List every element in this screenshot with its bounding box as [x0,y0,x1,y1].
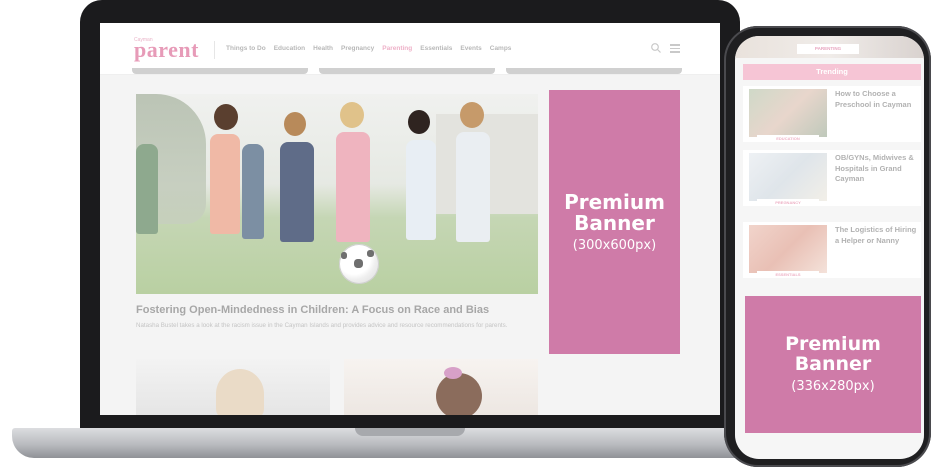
trending-tag: ESSENTIALS [757,271,819,278]
nav-link-things-to-do[interactable]: Things to Do [226,45,266,52]
section-tab[interactable] [132,68,308,74]
phone-screen: PARENTING Trending EDUCATION How to Choo… [735,36,924,459]
nav-link-parenting[interactable]: Parenting [382,45,412,52]
section-tabs [132,68,682,74]
hamburger-menu-icon[interactable] [670,44,680,53]
search-icon[interactable] [650,42,662,54]
child-head [214,104,238,130]
hero-image[interactable] [136,94,538,294]
nav-link-education[interactable]: Education [274,45,305,52]
nav-divider [214,41,215,59]
trending-item[interactable]: EDUCATION How to Choose a Preschool in C… [743,86,921,142]
trending-title: The Logistics of Hiring a Helper or Nann… [835,225,917,245]
child-figure [336,132,370,242]
child-figure [456,132,490,242]
banner-size: (336x280px) [791,378,875,394]
article-description: Natasha Bustel takes a look at the racis… [136,322,508,329]
ball-pattern [341,252,347,259]
child-head [340,102,364,128]
trending-thumbnail [749,225,827,273]
article-thumbnail[interactable] [344,359,538,415]
banner-title: Premium [564,189,665,214]
child-head [460,102,484,128]
ball-pattern [354,259,363,268]
trending-item[interactable]: PREGNANCY OB/GYNs, Midwives & Hospitals … [743,150,921,206]
child-figure [210,134,240,234]
trending-header: Trending [743,64,921,80]
site-logo[interactable]: parent [134,37,199,63]
laptop-screen: Cayman parent Things to Do Education Hea… [100,23,720,415]
nav-link-pregnancy[interactable]: Pregnancy [341,45,374,52]
ball-pattern [367,250,374,257]
nav-link-events[interactable]: Events [460,45,481,52]
banner-title: Banner [574,210,655,235]
trending-title: OB/GYNs, Midwives & Hospitals in Grand C… [835,153,914,183]
phone-frame: PARENTING Trending EDUCATION How to Choo… [724,26,931,467]
thumbnail-flower [444,367,462,379]
trending-item[interactable]: ESSENTIALS The Logistics of Hiring a Hel… [743,222,921,278]
premium-banner-desktop[interactable]: Premium Banner (300x600px) [549,90,680,354]
child-figure [406,140,436,240]
child-head [408,110,430,134]
child-figure [242,144,264,239]
trending-thumbnail [749,89,827,137]
banner-title: Banner [794,353,872,375]
child-figure [136,144,158,234]
section-tab[interactable] [506,68,682,74]
thumbnail-photo [216,369,264,415]
laptop-notch [355,428,465,436]
child-figure [280,142,314,242]
banner-size: (300x600px) [572,237,657,253]
trending-title: How to Choose a Preschool in Cayman [835,89,912,109]
trending-thumbnail [749,153,827,201]
thumbnail-photo [436,373,482,415]
premium-banner-mobile[interactable]: Premium Banner (336x280px) [745,296,921,433]
nav-link-health[interactable]: Health [313,45,333,52]
article-thumbnail[interactable] [136,359,330,415]
banner-title: Premium [785,333,881,356]
main-nav: Things to Do Education Health Pregnancy … [226,45,511,52]
category-tag[interactable]: PARENTING [797,44,859,54]
nav-link-essentials[interactable]: Essentials [420,45,452,52]
child-head [284,112,306,136]
nav-link-camps[interactable]: Camps [490,45,512,52]
soccer-ball [339,244,379,284]
trending-tag: EDUCATION [757,135,819,142]
article-title[interactable]: Fostering Open-Mindedness in Children: A… [136,304,546,316]
trending-tag: PREGNANCY [757,199,819,206]
section-tab[interactable] [319,68,495,74]
